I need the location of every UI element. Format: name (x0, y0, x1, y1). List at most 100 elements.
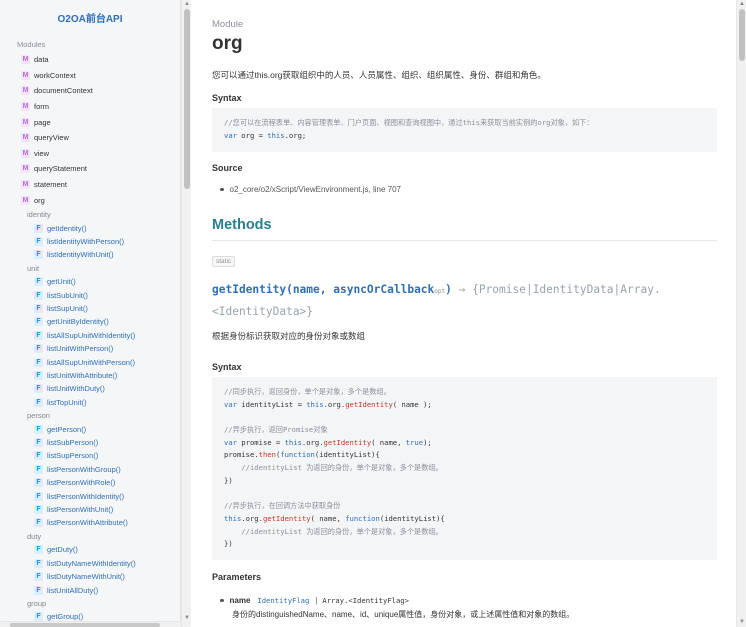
sidebar-function-item[interactable]: FlistIdentityWithPerson() (0, 235, 180, 248)
function-label: listSupUnit() (47, 304, 88, 314)
sidebar-function-item[interactable]: FgetIdentity() (0, 221, 180, 234)
sidebar-item-workcontext[interactable]: MworkContext (0, 68, 180, 84)
sidebar-item-form[interactable]: Mform (0, 99, 180, 115)
sidebar-function-item[interactable]: FlistSupUnit() (0, 302, 180, 315)
sidebar-function-item[interactable]: FlistUnitWithDuty() (0, 382, 180, 395)
sidebar-function-item[interactable]: FlistPersonWithRole() (0, 476, 180, 489)
sidebar-function-item[interactable]: FgetUnit() (0, 275, 180, 288)
param-type-array[interactable]: Array.<IdentityFlag> (322, 596, 409, 605)
sidebar-item-label: statement (34, 180, 67, 190)
sidebar-item-label: view (34, 148, 50, 158)
sidebar-item-querystatement[interactable]: MqueryStatement (0, 161, 180, 177)
sidebar-item-label: queryStatement (34, 164, 87, 174)
page-scrollbar[interactable]: ▲ ▼ (736, 0, 746, 627)
sidebar-function-item[interactable]: FlistUnitWithPerson() (0, 342, 180, 355)
function-label: listUnitWithDuty() (47, 384, 105, 394)
function-label: listDutyNameWithUnit() (47, 572, 125, 582)
function-label: listAllSupUnitWithIdentity() (47, 330, 136, 340)
sidebar-item-label: workContext (34, 70, 76, 80)
sidebar-scrollbar[interactable]: ▲ ▼ (181, 0, 191, 627)
sidebar-function-item[interactable]: FlistPersonWithGroup() (0, 463, 180, 476)
code-keyword: var (224, 130, 237, 140)
sidebar-function-item[interactable]: FlistUnitWithAttribute() (0, 369, 180, 382)
sidebar-item-org[interactable]: Morg (0, 192, 180, 208)
code-line: promise.then(function(identityList){ (224, 450, 380, 460)
code-line: var org = this.org; (224, 130, 705, 143)
function-badge-icon: F (34, 478, 43, 488)
sidebar-function-item[interactable]: FlistUnitAllDuty() (0, 583, 180, 596)
sidebar-function-item[interactable]: FlistSupPerson() (0, 449, 180, 462)
sidebar-function-item[interactable]: FlistSubUnit() (0, 289, 180, 302)
param-name: name (229, 596, 251, 605)
sidebar-item-queryview[interactable]: MqueryView (0, 130, 180, 146)
sidebar-item-page[interactable]: Mpage (0, 114, 180, 130)
module-list: Mdata MworkContext MdocumentContext Mform Mp… (0, 52, 180, 208)
function-label: listAllSupUnitWithPerson() (47, 357, 135, 367)
sidebar-function-item[interactable]: FgetDuty() (0, 543, 180, 556)
code-line: //异步执行，返回Promise对象 (224, 425, 328, 435)
function-label: listUnitWithAttribute() (47, 371, 118, 381)
function-badge-icon: F (34, 317, 43, 327)
function-label: getIdentity() (47, 223, 87, 233)
sidebar-function-item[interactable]: FlistPersonWithUnit() (0, 503, 180, 516)
sidebar-function-item[interactable]: FlistDutyNameWithIdentity() (0, 557, 180, 570)
sidebar-function-item[interactable]: FlistPersonWithIdentity() (0, 489, 180, 502)
function-badge-icon: F (34, 464, 43, 474)
sidebar-item-statement[interactable]: Mstatement (0, 177, 180, 193)
sidebar-scroll-thumb[interactable] (184, 9, 190, 189)
function-label: getUnit() (47, 277, 76, 287)
sidebar-item-data[interactable]: Mdata (0, 52, 180, 68)
module-badge-icon: M (21, 55, 30, 65)
function-badge-icon: F (34, 223, 43, 233)
sidebar-horizontal-scrollbar[interactable] (0, 621, 181, 627)
horizontal-scroll-thumb[interactable] (10, 623, 160, 627)
method-name[interactable]: getIdentity(name, asyncOrCallback (212, 283, 434, 296)
sidebar-function-item[interactable]: FgetPerson() (0, 423, 180, 436)
param-separator: | (315, 596, 318, 605)
module-label: Module (212, 19, 244, 30)
function-label: getUnitByIdentity() (47, 317, 109, 327)
param-type-link[interactable]: IdentityFlag (257, 596, 309, 605)
param-description: 身份的distinguishedName、name、id、unique属性值，身… (232, 610, 575, 619)
function-badge-icon: F (34, 438, 43, 448)
scroll-up-arrow-icon[interactable]: ▲ (184, 1, 190, 7)
code-comment: //您可以在流程表单、内容管理表单、门户页面、视图和查询视图中，通过this来获… (224, 118, 594, 127)
scroll-up-arrow-icon[interactable]: ▲ (739, 1, 745, 7)
sidebar-item-documentcontext[interactable]: MdocumentContext (0, 83, 180, 99)
module-badge-icon: M (21, 195, 30, 205)
group-label-group: group (27, 598, 47, 608)
method-close-paren: ) (445, 283, 452, 296)
sidebar-item-label: documentContext (34, 86, 93, 96)
page-scroll-thumb[interactable] (739, 9, 745, 61)
module-badge-icon: M (21, 102, 30, 112)
sidebar-function-item[interactable]: FlistAllSupUnitWithPerson() (0, 355, 180, 368)
code-line: var identityList = this.org.getIdentity(… (224, 399, 432, 409)
code-keyword: this (267, 130, 285, 140)
function-label: listUnitAllDuty() (47, 585, 99, 595)
group-label-identity: identity (27, 209, 51, 219)
module-badge-icon: M (21, 70, 30, 80)
sidebar-function-item[interactable]: FlistTopUnit() (0, 396, 180, 409)
function-badge-icon: F (34, 384, 43, 394)
function-label: listPersonWithIdentity() (47, 491, 125, 501)
sidebar-function-item[interactable]: FgetUnitByIdentity() (0, 315, 180, 328)
function-badge-icon: F (34, 277, 43, 287)
scroll-down-arrow-icon[interactable]: ▼ (739, 619, 745, 625)
sidebar-item-label: org (34, 195, 45, 205)
source-link[interactable]: o2_core/o2/xScript/ViewEnvironment.js, l… (230, 185, 402, 194)
scroll-down-arrow-icon[interactable]: ▼ (184, 615, 190, 621)
sidebar-function-item[interactable]: FlistSubPerson() (0, 436, 180, 449)
sidebar-function-item[interactable]: FlistAllSupUnitWithIdentity() (0, 329, 180, 342)
sidebar-function-item[interactable]: FlistPersonWithAttribute() (0, 516, 180, 529)
function-label: listTopUnit() (47, 397, 87, 407)
site-title[interactable]: O2OA前台API (0, 0, 180, 30)
function-badge-icon: F (34, 344, 43, 354)
sidebar-function-item[interactable]: FlistDutyNameWithUnit() (0, 570, 180, 583)
sidebar-function-item[interactable]: FlistIdentityWithUnit() (0, 248, 180, 261)
module-badge-icon: M (21, 148, 30, 158)
code-line: }) (224, 475, 233, 485)
sidebar-item-view[interactable]: Mview (0, 146, 180, 162)
function-badge-icon: F (34, 518, 43, 528)
